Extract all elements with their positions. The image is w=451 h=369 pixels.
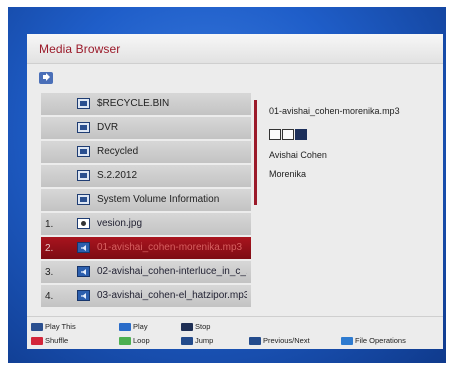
hint-label: Stop (195, 322, 211, 331)
list-scrollbar[interactable] (254, 100, 257, 205)
hint-label: Previous/Next (263, 336, 310, 345)
list-item[interactable]: 1. vesion.jpg (41, 213, 251, 235)
item-label: 03-avishai_cohen-el_hatzipor.mp3 (97, 290, 247, 301)
item-label: 01-avishai_cohen-morenika.mp3 (97, 242, 243, 253)
list-item[interactable]: S.2.2012 (41, 165, 251, 187)
folder-icon (77, 170, 90, 181)
red-key-icon (31, 336, 43, 345)
list-item[interactable]: 3. 02-avishai_cohen-interluce_in_c_... (41, 261, 251, 283)
file-list: $RECYCLE.BIN DVR Recycled S.2.2012 Syste (41, 93, 251, 309)
folder-icon (77, 98, 90, 109)
blue-key-icon (341, 336, 353, 345)
image-file-icon (77, 218, 90, 229)
hint-label: Play (133, 322, 148, 331)
list-item[interactable]: System Volume Information (41, 189, 251, 211)
info-artist: Avishai Cohen (269, 150, 327, 160)
folder-icon (77, 122, 90, 133)
green-key-icon (119, 336, 131, 345)
hint-label: Shuffle (45, 336, 69, 345)
item-label: System Volume Information (97, 194, 220, 205)
format-icon (269, 129, 281, 140)
hint-loop[interactable]: Loop (119, 336, 150, 345)
media-badges (269, 129, 307, 140)
item-label: S.2.2012 (97, 170, 138, 181)
list-item[interactable]: $RECYCLE.BIN (41, 93, 251, 115)
item-label: DVR (97, 122, 119, 133)
info-album: Morenika (269, 169, 307, 179)
list-item[interactable]: 4. 03-avishai_cohen-el_hatzipor.mp3 (41, 285, 251, 307)
play-icon (119, 322, 131, 331)
audio-file-icon (77, 242, 90, 253)
item-number: 2. (45, 243, 54, 254)
hint-play[interactable]: Play (119, 322, 148, 331)
folder-icon (77, 194, 90, 205)
page-title: Media Browser (39, 42, 121, 56)
hint-previous-next[interactable]: Previous/Next (249, 336, 310, 345)
tv-screen-frame: Media Browser $RECYCLE.BIN DVR Recycled (8, 7, 446, 363)
item-number: 1. (45, 219, 54, 230)
hint-label: Loop (133, 336, 150, 345)
hint-play-this[interactable]: Play This (31, 322, 76, 331)
title-bar: Media Browser (27, 34, 443, 64)
ok-key-icon (31, 322, 43, 331)
audio-file-icon (77, 266, 90, 277)
format-icon (282, 129, 294, 140)
hint-label: Play This (45, 322, 76, 331)
item-label: Recycled (97, 146, 139, 157)
key-legend-footer: Play This Play Stop Shuffle Loop Jump Pr… (27, 316, 443, 349)
format-icon (295, 129, 307, 140)
item-label: $RECYCLE.BIN (97, 98, 170, 109)
item-label: vesion.jpg (97, 218, 143, 229)
hint-jump[interactable]: Jump (181, 336, 213, 345)
item-number: 3. (45, 267, 54, 278)
list-item[interactable]: Recycled (41, 141, 251, 163)
stop-icon (181, 322, 193, 331)
hint-label: Jump (195, 336, 214, 345)
audio-file-icon (77, 290, 90, 301)
hint-file-operations[interactable]: File Operations (341, 336, 406, 345)
list-item-selected[interactable]: 2. 01-avishai_cohen-morenika.mp3 (41, 237, 251, 259)
folder-icon (77, 146, 90, 157)
media-browser-panel: Media Browser $RECYCLE.BIN DVR Recycled (27, 34, 443, 349)
list-item[interactable]: DVR (41, 117, 251, 139)
parent-folder-icon[interactable] (39, 72, 53, 84)
item-label: 02-avishai_cohen-interluce_in_c_... (97, 266, 247, 277)
hint-shuffle[interactable]: Shuffle (31, 336, 68, 345)
jump-icon (181, 336, 193, 345)
item-number: 4. (45, 291, 54, 302)
hint-label: File Operations (355, 336, 406, 345)
info-filename: 01-avishai_cohen-morenika.mp3 (269, 106, 400, 116)
hint-stop[interactable]: Stop (181, 322, 210, 331)
navigation-icon (249, 336, 261, 345)
